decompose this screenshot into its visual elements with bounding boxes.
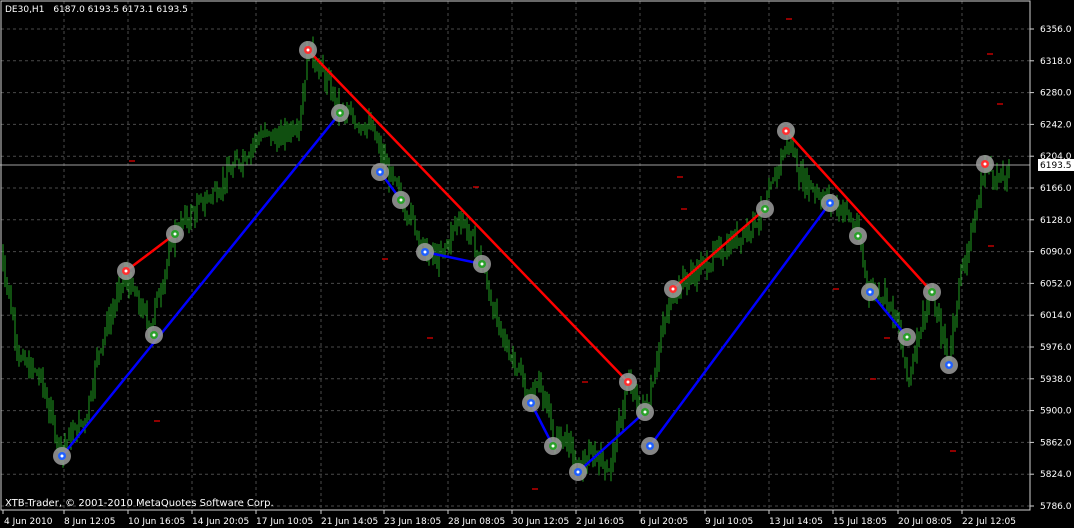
x-tick-label: 13 Jul 14:05 bbox=[769, 517, 823, 527]
y-tick-label: 6052.0 bbox=[1040, 279, 1072, 289]
y-tick-label: 6014.0 bbox=[1040, 311, 1072, 321]
pivot-center bbox=[856, 234, 860, 238]
y-tick-label: 5862.0 bbox=[1040, 438, 1072, 448]
price-chart[interactable]: 6356.06318.06280.06242.06204.06166.06128… bbox=[0, 0, 1074, 528]
pivot-center bbox=[947, 363, 951, 367]
y-tick-label: 5786.0 bbox=[1040, 502, 1072, 512]
x-tick-label: 4 Jun 2010 bbox=[4, 517, 53, 527]
pivot-center bbox=[306, 48, 310, 52]
y-tick-label: 6356.0 bbox=[1040, 25, 1072, 35]
pivot-center bbox=[551, 444, 555, 448]
chart-header: DE30,H1 6187.0 6193.5 6173.1 6193.5 bbox=[5, 5, 188, 15]
pivot-center bbox=[784, 129, 788, 133]
x-tick-label: 8 Jun 12:05 bbox=[64, 517, 115, 527]
pivot-center bbox=[399, 198, 403, 202]
chart-background bbox=[0, 0, 1074, 528]
pivot-center bbox=[152, 333, 156, 337]
x-tick-label: 23 Jun 18:05 bbox=[384, 517, 441, 527]
pivot-center bbox=[905, 335, 909, 339]
y-tick-label: 6280.0 bbox=[1040, 89, 1072, 99]
ohlc-values: 6187.0 6193.5 6173.1 6193.5 bbox=[53, 5, 188, 15]
pivot-center bbox=[576, 470, 580, 474]
pivot-center bbox=[173, 232, 177, 236]
pivot-center bbox=[338, 111, 342, 115]
pivot-center bbox=[763, 207, 767, 211]
pivot-center bbox=[423, 250, 427, 254]
pivot-center bbox=[983, 162, 987, 166]
y-tick-label: 6128.0 bbox=[1040, 216, 1072, 226]
x-tick-label: 28 Jun 08:05 bbox=[448, 517, 505, 527]
y-tick-label: 6318.0 bbox=[1040, 57, 1072, 67]
x-tick-label: 15 Jul 18:05 bbox=[833, 517, 887, 527]
y-tick-label: 5976.0 bbox=[1040, 343, 1072, 353]
x-tick-label: 6 Jul 20:05 bbox=[640, 517, 688, 527]
pivot-center bbox=[124, 269, 128, 273]
y-tick-label: 6090.0 bbox=[1040, 248, 1072, 258]
y-tick-label: 5824.0 bbox=[1040, 470, 1072, 480]
y-tick-label: 6166.0 bbox=[1040, 184, 1072, 194]
pivot-center bbox=[626, 380, 630, 384]
x-tick-label: 21 Jun 14:05 bbox=[321, 517, 378, 527]
copyright-text: XTB-Trader, © 2001-2010 MetaQuotes Softw… bbox=[5, 498, 274, 509]
pivot-center bbox=[480, 262, 484, 266]
pivot-center bbox=[60, 454, 64, 458]
x-tick-label: 10 Jun 16:05 bbox=[128, 517, 185, 527]
x-tick-label: 17 Jun 10:05 bbox=[256, 517, 313, 527]
x-tick-label: 9 Jul 10:05 bbox=[705, 517, 753, 527]
pivot-center bbox=[671, 287, 675, 291]
x-tick-label: 20 Jul 08:05 bbox=[898, 517, 952, 527]
pivot-center bbox=[378, 170, 382, 174]
pivot-center bbox=[643, 410, 647, 414]
x-tick-label: 14 Jun 20:05 bbox=[192, 517, 249, 527]
y-tick-label: 5938.0 bbox=[1040, 375, 1072, 385]
x-tick-label: 30 Jun 12:05 bbox=[512, 517, 569, 527]
current-price-label: 6193.5 bbox=[1040, 161, 1072, 171]
pivot-center bbox=[828, 201, 832, 205]
pivot-center bbox=[648, 444, 652, 448]
pivot-center bbox=[868, 290, 872, 294]
y-tick-label: 5900.0 bbox=[1040, 407, 1072, 417]
symbol-label: DE30,H1 bbox=[5, 5, 44, 15]
x-tick-label: 22 Jul 12:05 bbox=[962, 517, 1016, 527]
pivot-center bbox=[930, 290, 934, 294]
y-tick-label: 6242.0 bbox=[1040, 120, 1072, 130]
x-tick-label: 2 Jul 16:05 bbox=[576, 517, 624, 527]
pivot-center bbox=[529, 401, 533, 405]
